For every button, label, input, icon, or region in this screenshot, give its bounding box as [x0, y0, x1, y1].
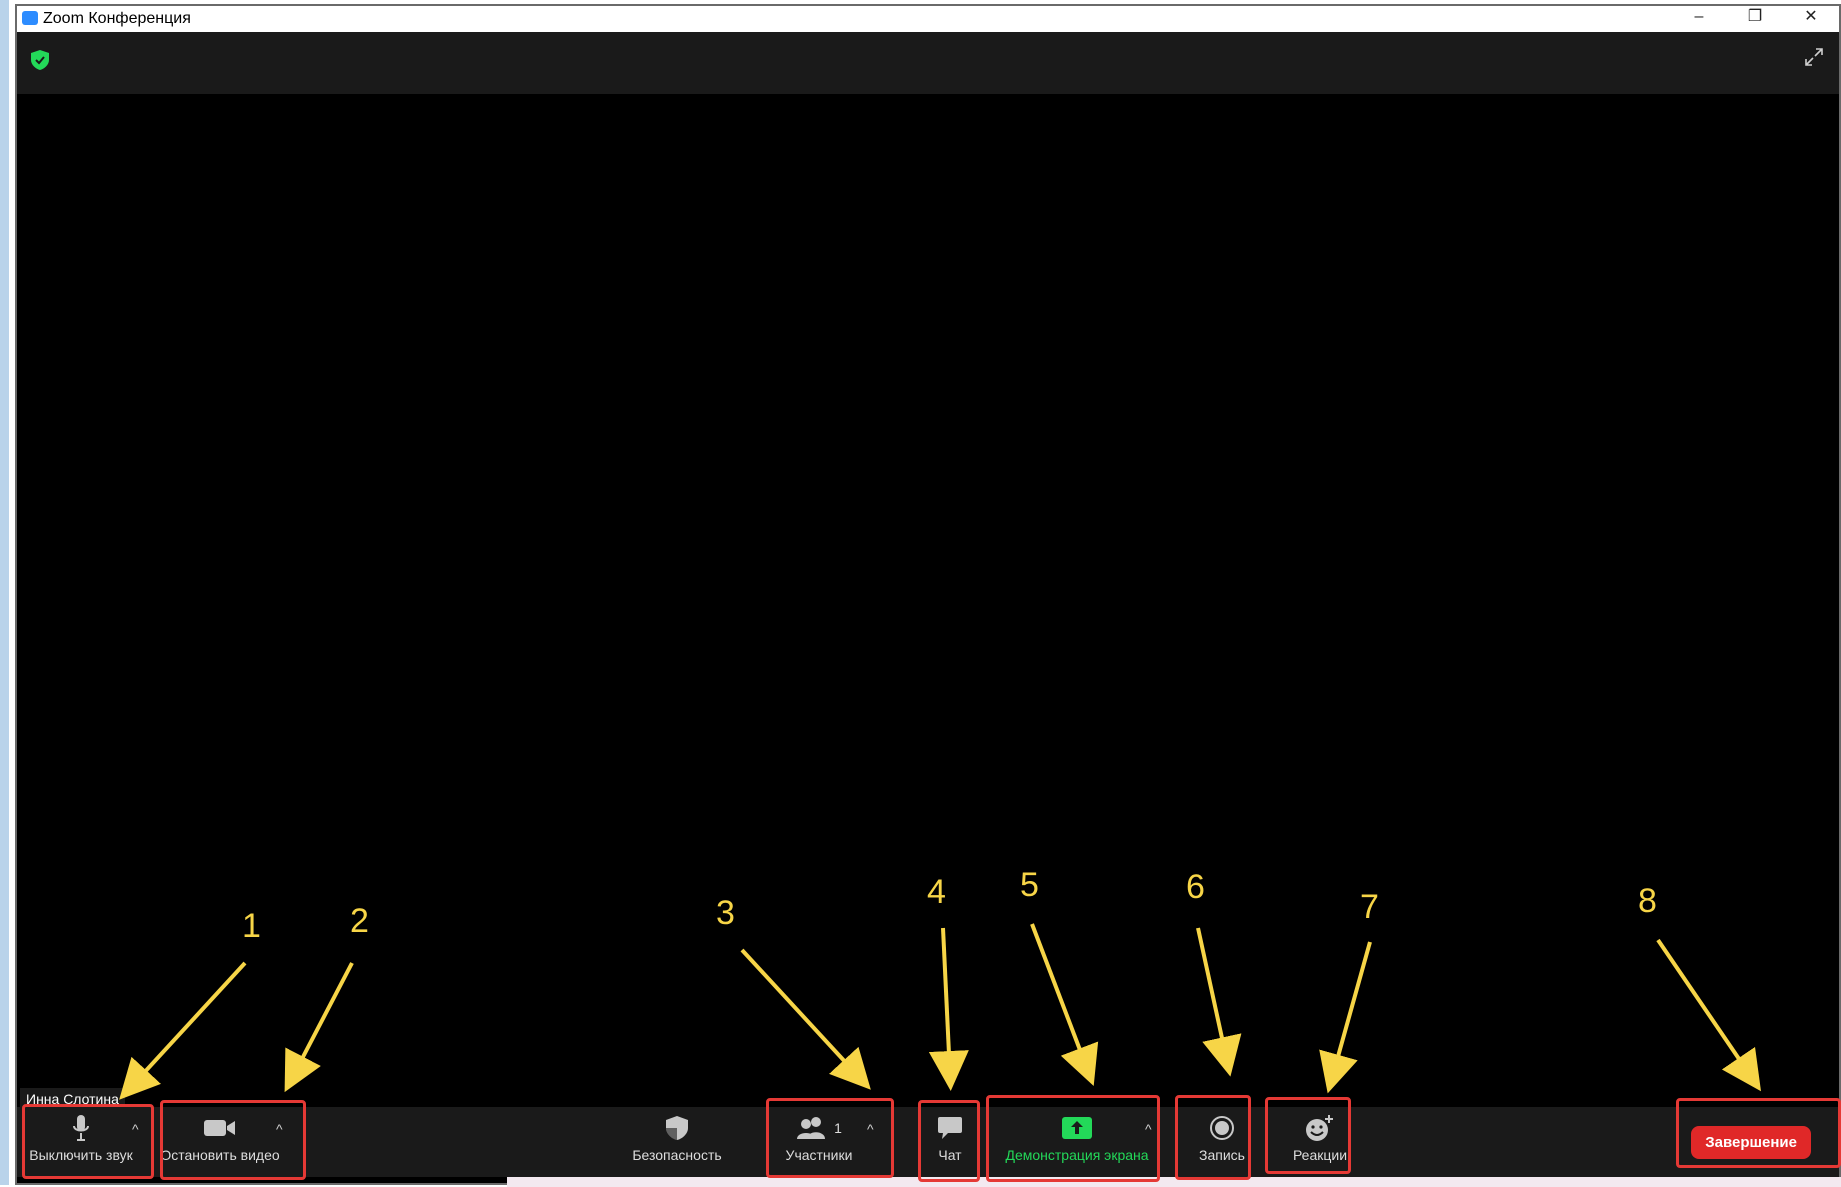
arrow-5	[1030, 923, 1099, 1086]
annotation-arrows	[119, 923, 1762, 1100]
arrow-6	[1196, 927, 1242, 1077]
arrow-7	[1319, 941, 1372, 1094]
arrow-4	[928, 927, 969, 1091]
arrow-3	[740, 948, 871, 1090]
arrow-2	[284, 962, 354, 1093]
arrow-1	[119, 961, 247, 1100]
arrow-8	[1656, 938, 1762, 1092]
